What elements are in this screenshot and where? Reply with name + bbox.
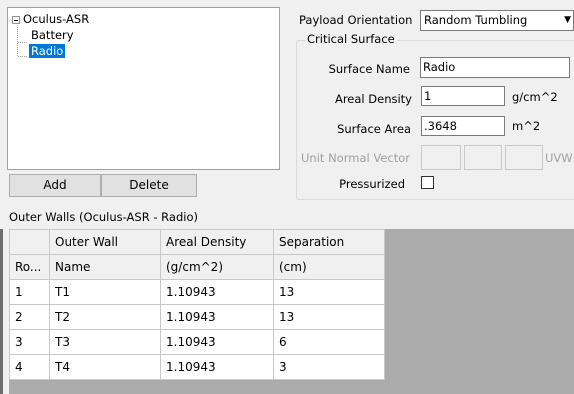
areal-density-cell[interactable]: 1.10943 <box>160 279 274 305</box>
unit-normal-w-input[interactable] <box>505 145 543 170</box>
outer-walls-grid[interactable]: Outer Wall Areal Density Separation Ro..… <box>9 229 574 394</box>
tree-connector-line <box>18 42 27 43</box>
unit-normal-v-input[interactable] <box>464 145 502 170</box>
surface-name-label: Surface Name <box>328 62 410 76</box>
grid-header-cell: (cm) <box>273 254 385 280</box>
grid-header-cell: Separation <box>273 229 385 255</box>
surface-area-label: Surface Area <box>337 122 411 136</box>
row-number-cell[interactable]: 1 <box>9 279 50 305</box>
surface-name-input[interactable]: Radio <box>420 57 570 78</box>
row-number-cell[interactable]: 3 <box>9 329 50 355</box>
grid-header-cell <box>9 229 50 255</box>
grid-header-row: Ro... Name (g/cm^2) (cm) <box>9 254 385 280</box>
unit-normal-vector-label: Unit Normal Vector <box>301 151 410 165</box>
table-row[interactable]: 1 T1 1.10943 13 <box>9 279 385 305</box>
panel-edge <box>0 229 3 394</box>
row-number-cell[interactable]: 4 <box>9 354 50 380</box>
surface-area-input[interactable]: .3648 <box>421 116 505 136</box>
grid-header-cell: (g/cm^2) <box>160 254 274 280</box>
separation-cell[interactable]: 13 <box>273 304 385 330</box>
outer-walls-label: Outer Walls (Oculus-ASR - Radio) <box>9 210 198 224</box>
tree-node-root[interactable]: Oculus-ASR <box>23 11 89 27</box>
pressurized-label: Pressurized <box>339 177 405 191</box>
grid-header-cell: Ro... <box>9 254 50 280</box>
separation-cell[interactable]: 13 <box>273 279 385 305</box>
unit-normal-u-input[interactable] <box>421 145 461 170</box>
grid-header-cell: Outer Wall <box>49 229 161 255</box>
payload-orientation-value: Random Tumbling <box>424 13 528 27</box>
surface-area-unit: m^2 <box>512 119 541 133</box>
areal-density-cell[interactable]: 1.10943 <box>160 329 274 355</box>
areal-density-cell[interactable]: 1.10943 <box>160 304 274 330</box>
grid-header-row: Outer Wall Areal Density Separation <box>9 229 385 255</box>
areal-density-label: Areal Density <box>334 92 412 106</box>
table-row[interactable]: 3 T3 1.10943 6 <box>9 329 385 355</box>
payload-orientation-select[interactable]: Random Tumbling ▼ <box>420 10 574 31</box>
critical-surface-title: Critical Surface <box>305 32 397 46</box>
name-cell[interactable]: T4 <box>49 354 161 380</box>
areal-density-cell[interactable]: 1.10943 <box>160 354 274 380</box>
tree-node-radio[interactable]: Radio <box>29 43 66 59</box>
tree-node-radio-label: Radio <box>29 44 66 58</box>
name-cell[interactable]: T2 <box>49 304 161 330</box>
unit-normal-suffix: UVW <box>545 151 573 165</box>
table-row[interactable]: 4 T4 1.10943 3 <box>9 354 385 380</box>
chevron-down-icon: ▼ <box>564 15 571 25</box>
separation-cell[interactable]: 6 <box>273 329 385 355</box>
grid-header-cell: Name <box>49 254 161 280</box>
separation-cell[interactable]: 3 <box>273 354 385 380</box>
tree-node-battery[interactable]: Battery <box>31 27 74 43</box>
name-cell[interactable]: T3 <box>49 329 161 355</box>
row-number-cell[interactable]: 2 <box>9 304 50 330</box>
add-button[interactable]: Add <box>9 174 101 197</box>
tree-connector-line <box>18 56 27 57</box>
areal-density-input[interactable]: 1 <box>421 86 505 106</box>
collapse-icon[interactable] <box>12 16 20 24</box>
areal-density-unit: g/cm^2 <box>512 90 558 104</box>
table-row[interactable]: 2 T2 1.10943 13 <box>9 304 385 330</box>
name-cell[interactable]: T1 <box>49 279 161 305</box>
grid-header-cell: Areal Density <box>160 229 274 255</box>
payload-orientation-label: Payload Orientation <box>299 13 413 27</box>
pressurized-checkbox[interactable] <box>421 176 434 189</box>
delete-button[interactable]: Delete <box>101 174 197 197</box>
